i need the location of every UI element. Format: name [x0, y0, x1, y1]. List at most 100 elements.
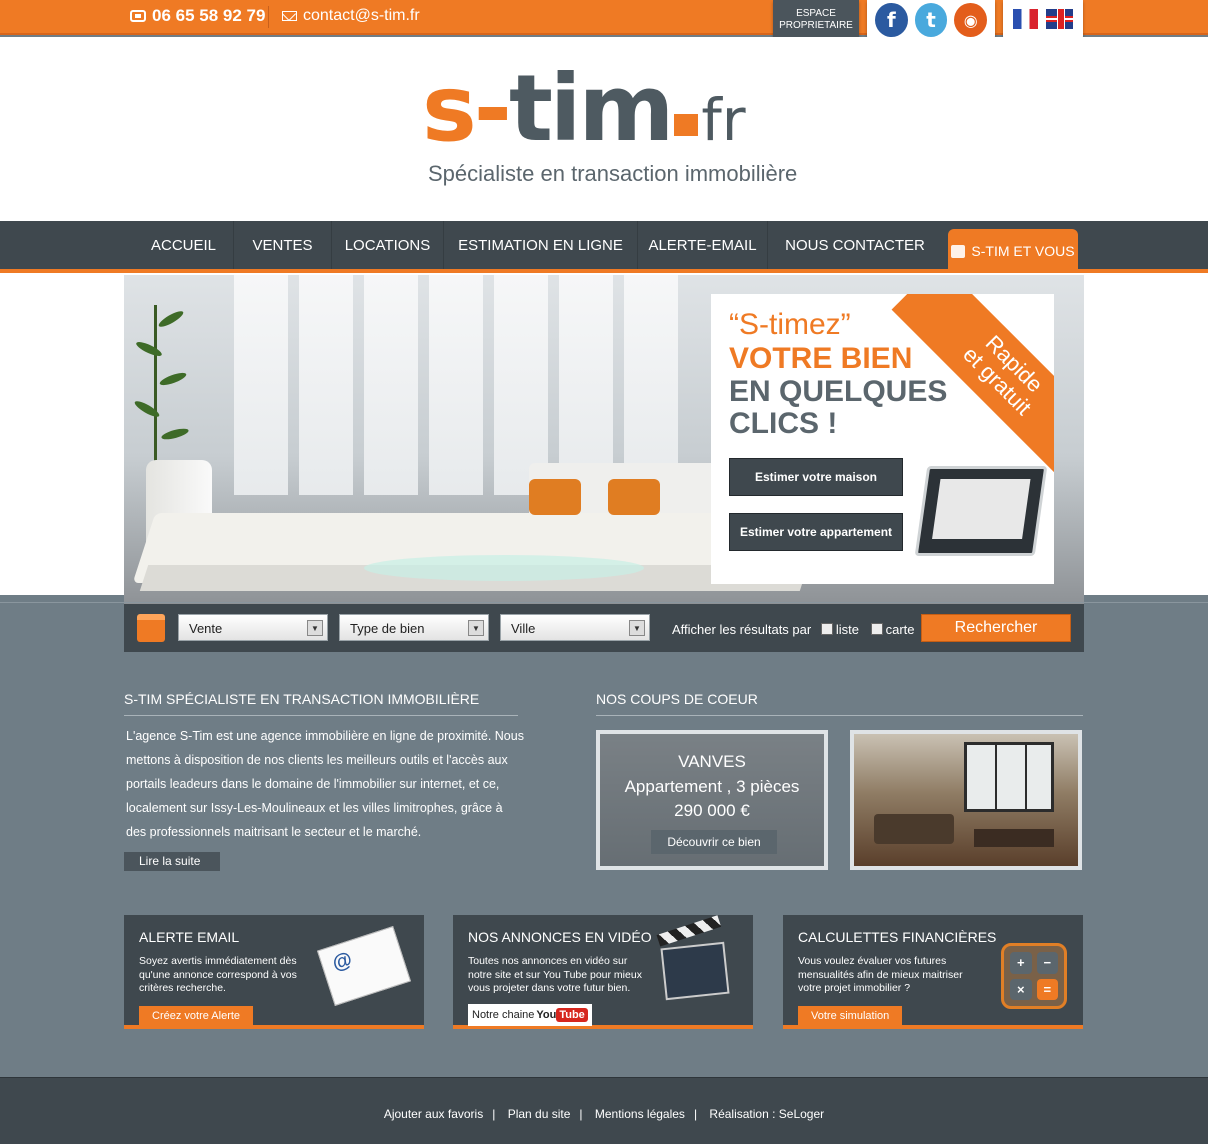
- rss-icon[interactable]: ◉: [954, 3, 988, 37]
- nav-item-locations[interactable]: LOCATIONS: [332, 221, 444, 269]
- nav-item-accueil[interactable]: ACCUEIL: [134, 221, 234, 269]
- youtube-prefix: Notre chaine: [472, 1009, 535, 1021]
- calc-key: +: [1010, 952, 1032, 974]
- calculator-title: CALCULETTES FINANCIÈRES: [798, 929, 997, 945]
- table-image: [364, 555, 644, 581]
- city-select-value: Ville: [511, 621, 536, 636]
- display-label: Afficher les résultats par: [672, 622, 812, 637]
- nav-item-ventes[interactable]: VENTES: [234, 221, 332, 269]
- main-nav: ACCUEIL VENTES LOCATIONS ESTIMATION EN L…: [0, 221, 1208, 273]
- twitter-icon[interactable]: t: [914, 3, 948, 37]
- footer-link-realisation[interactable]: Réalisation : SeLoger: [709, 1107, 824, 1121]
- cushion-image: [608, 479, 660, 515]
- laptop-icon: [914, 466, 1048, 556]
- window: [559, 275, 613, 495]
- estimer-maison-button[interactable]: Estimer votre maison: [729, 458, 903, 496]
- window: [364, 275, 418, 495]
- cube-icon: [951, 244, 966, 258]
- favorite-city: VANVES: [678, 752, 746, 771]
- discover-button[interactable]: Découvrir ce bien: [651, 830, 777, 854]
- window: [494, 275, 548, 495]
- espace-proprietaire-button[interactable]: ESPACE PROPRIETAIRE: [773, 0, 859, 42]
- hero-banner: “S-timez” VOTRE BIEN EN QUELQUES CLICS !…: [124, 275, 1084, 605]
- liste-label: liste: [835, 622, 859, 637]
- nav-item-alerte[interactable]: ALERTE-EMAIL: [638, 221, 768, 269]
- facebook-icon[interactable]: f: [875, 3, 908, 37]
- calculator-text: Vous voulez évaluer vos futures mensuali…: [798, 955, 963, 994]
- favorite-photo[interactable]: [850, 730, 1082, 870]
- transaction-select-value: Vente: [189, 621, 223, 636]
- promo-line-3: EN QUELQUES: [729, 375, 948, 408]
- email-text: contact@s-tim.fr: [303, 7, 420, 24]
- alert-email-box: ALERTE EMAIL Soyez avertis immédiatement…: [124, 915, 424, 1029]
- calc-key: ×: [1010, 978, 1032, 1000]
- youtube-channel-button[interactable]: Notre chaine You Tube: [468, 1004, 592, 1026]
- city-select[interactable]: Ville ▼: [500, 614, 650, 641]
- phone-icon: [130, 10, 146, 22]
- window: [624, 275, 678, 495]
- video-title: NOS ANNONCES EN VIDÉO: [468, 929, 652, 945]
- alert-email-title: ALERTE EMAIL: [139, 929, 240, 945]
- promo-line-1: “S-timez”: [729, 308, 851, 341]
- window: [234, 275, 288, 495]
- youtube-logo: You Tube: [536, 1004, 588, 1026]
- sofa-image: [874, 814, 954, 844]
- uk-flag-icon[interactable]: [1046, 9, 1073, 29]
- envelope-icon: @: [316, 926, 412, 1006]
- footer: Ajouter aux favoris | Plan du site | Menti…: [0, 1077, 1208, 1144]
- cushion-image: [529, 479, 581, 515]
- mail-icon: [282, 11, 297, 21]
- clapperboard-icon: [660, 941, 730, 1001]
- property-type-select[interactable]: Type de bien ▼: [339, 614, 489, 641]
- cube-icon: [137, 614, 165, 642]
- carte-checkbox[interactable]: [870, 623, 883, 635]
- transaction-select[interactable]: Vente ▼: [178, 614, 328, 641]
- property-type-select-value: Type de bien: [350, 621, 425, 636]
- liste-checkbox[interactable]: [820, 623, 833, 635]
- window: [429, 275, 483, 495]
- phone-number[interactable]: 06 65 58 92 79: [130, 6, 265, 26]
- promo-card: “S-timez” VOTRE BIEN EN QUELQUES CLICS !…: [711, 294, 1054, 584]
- favorite-card[interactable]: VANVES Appartement , 3 pièces 290 000 € …: [596, 730, 828, 870]
- header: s-tim fr Spécialiste en transaction immob…: [0, 37, 1208, 221]
- footer-link-plan[interactable]: Plan du site: [508, 1107, 571, 1121]
- favorites-title: NOS COUPS DE COEUR: [596, 691, 1083, 716]
- logo[interactable]: s-tim fr: [422, 63, 746, 164]
- nav-item-estimation[interactable]: ESTIMATION EN LIGNE: [444, 221, 638, 269]
- about-title: S-TIM SPÉCIALISTE EN TRANSACTION IMMOBIL…: [124, 691, 518, 716]
- search-button[interactable]: Rechercher: [921, 614, 1071, 642]
- phone-text: 06 65 58 92 79: [152, 6, 266, 25]
- chevron-down-icon: ▼: [307, 620, 323, 636]
- nav-item-contact[interactable]: NOUS CONTACTER: [768, 221, 942, 269]
- alert-email-text: Soyez avertis immédiatement dès qu'une a…: [139, 955, 297, 994]
- table-image: [974, 829, 1054, 847]
- nav-item-stim-et-vous[interactable]: S-TIM ET VOUS: [948, 229, 1078, 273]
- chevron-down-icon: ▼: [629, 620, 645, 636]
- carte-label: carte: [885, 622, 915, 637]
- chevron-down-icon: ▼: [468, 620, 484, 636]
- create-alert-button[interactable]: Créez votre Alerte: [139, 1006, 254, 1027]
- fr-flag-icon[interactable]: [1013, 9, 1039, 29]
- promo-line-4: CLICS !: [729, 407, 838, 440]
- window: [299, 275, 353, 495]
- email-link[interactable]: contact@s-tim.fr: [282, 7, 420, 25]
- promo-line-2: VOTRE BIEN: [729, 342, 913, 375]
- nav-special-label: S-TIM ET VOUS: [971, 243, 1075, 259]
- tagline: Spécialiste en transaction immobilière: [428, 161, 798, 186]
- about-text: L'agence S-Tim est une agence immobilièr…: [126, 729, 524, 839]
- calculator-box: CALCULETTES FINANCIÈRES Vous voulez éval…: [783, 915, 1083, 1029]
- read-more-button[interactable]: Lire la suite: [124, 852, 220, 871]
- calc-key: −: [1036, 952, 1058, 974]
- language-switcher: [1003, 0, 1083, 42]
- favorite-price: 290 000 €: [674, 801, 750, 820]
- divider: [268, 6, 269, 28]
- window: [964, 742, 1054, 812]
- footer-link-mentions[interactable]: Mentions légales: [595, 1107, 685, 1121]
- display-options: Afficher les résultats par liste carte: [672, 622, 915, 637]
- estimer-appartement-button[interactable]: Estimer votre appartement: [729, 513, 903, 551]
- plant-image: [132, 305, 214, 465]
- calculator-icon: + − × =: [1001, 943, 1067, 1009]
- footer-link-favoris[interactable]: Ajouter aux favoris: [384, 1107, 483, 1121]
- divider: [0, 602, 1208, 603]
- simulation-button[interactable]: Votre simulation: [798, 1006, 903, 1027]
